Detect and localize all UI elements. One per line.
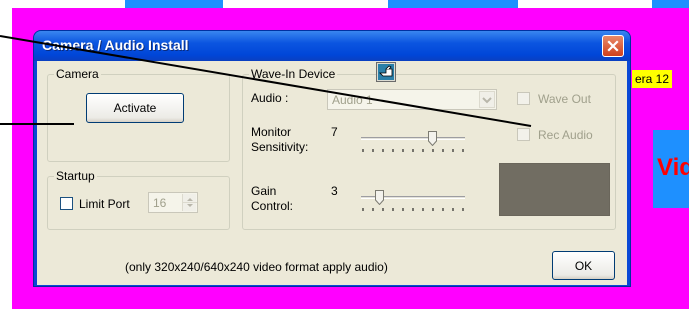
camera-group: Camera Activate — [47, 67, 230, 162]
gain-label: Gain — [251, 184, 277, 198]
title-bar[interactable]: Camera / Audio Install — [34, 31, 630, 61]
audio-selected-value: Audio 1 — [332, 93, 373, 107]
port-spinner[interactable]: 16 — [148, 192, 198, 213]
audio-label: Audio : — [251, 91, 289, 105]
monitor-label: Monitor — [251, 125, 292, 139]
slider-thumb[interactable] — [375, 190, 384, 205]
port-value: 16 — [153, 196, 167, 210]
background-tile — [652, 0, 689, 8]
slider-ticks — [362, 149, 464, 152]
close-button[interactable] — [602, 35, 624, 57]
background-tile — [388, 0, 518, 8]
wave-out-checkbox[interactable] — [517, 92, 530, 105]
slider-track — [361, 137, 465, 140]
video-tile-text: Vid — [657, 154, 689, 181]
rec-audio-label: Rec Audio — [538, 128, 593, 142]
spinner-arrows-icon[interactable] — [182, 194, 197, 211]
dialog-title: Camera / Audio Install — [42, 37, 189, 53]
background-tile — [125, 0, 223, 8]
startup-group: Startup Limit Port 16 — [47, 169, 230, 230]
monitor-value: 7 — [331, 125, 338, 139]
hand-pointer-icon[interactable] — [376, 62, 396, 82]
rec-audio-checkbox[interactable] — [517, 128, 530, 141]
sensitivity-label: Sensitivity: — [251, 140, 309, 154]
wave-in-device-group: Wave-In Device Audio : Audio 1 Wave Out … — [242, 62, 616, 230]
camera-name-label: era 12 — [632, 70, 673, 88]
wave-in-device-title: Wave-In Device — [249, 67, 338, 81]
activate-button[interactable]: Activate — [86, 93, 184, 123]
dialog-client-area: Camera Activate Startup Limit Port 16 Wa… — [37, 61, 627, 285]
camera-group-title: Camera — [54, 67, 101, 81]
gain-control-slider[interactable] — [361, 188, 465, 214]
monitor-sensitivity-slider[interactable] — [361, 129, 465, 155]
control-label: Control: — [251, 199, 294, 213]
ok-button[interactable]: OK — [552, 251, 615, 280]
close-icon — [607, 40, 619, 52]
startup-group-title: Startup — [54, 169, 97, 183]
camera-audio-install-dialog: Camera / Audio Install Camera Activate S… — [33, 30, 631, 287]
chevron-down-icon[interactable] — [479, 91, 495, 108]
audio-device-select[interactable]: Audio 1 — [327, 89, 497, 110]
audio-preview-panel — [499, 163, 610, 216]
slider-thumb[interactable] — [428, 131, 437, 146]
footer-note: (only 320x240/640x240 video format apply… — [125, 260, 388, 274]
limit-port-label: Limit Port — [79, 197, 130, 211]
gain-value: 3 — [331, 184, 338, 198]
video-tile[interactable]: Vid — [653, 130, 689, 208]
wave-out-label: Wave Out — [538, 92, 591, 106]
limit-port-checkbox[interactable] — [60, 197, 73, 210]
slider-ticks — [362, 208, 464, 211]
